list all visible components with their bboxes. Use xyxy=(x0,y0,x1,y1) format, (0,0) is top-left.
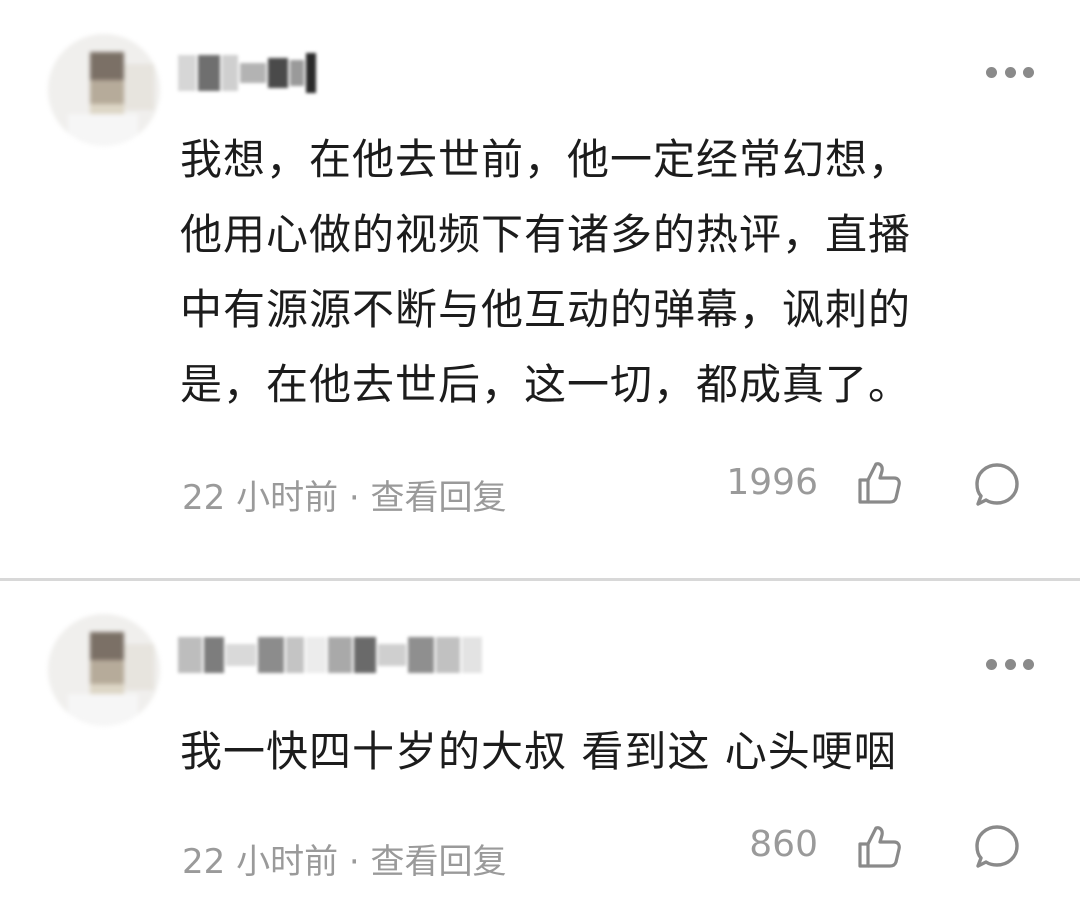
more-dots-icon[interactable] xyxy=(986,658,1034,670)
username-redacted[interactable] xyxy=(178,630,484,680)
divider xyxy=(0,578,1080,581)
meta-separator: · xyxy=(338,842,371,882)
view-replies-link[interactable]: 查看回复 xyxy=(371,478,507,518)
comment-meta: 22 小时前 · 查看回复 xyxy=(182,470,507,519)
comment-text: 我想，在他去世前，他一定经常幻想， 他用心做的视频下有诸多的热评，直播 中有源源… xyxy=(180,135,912,409)
more-dots-icon[interactable] xyxy=(986,66,1034,78)
thumbs-up-icon[interactable] xyxy=(854,458,904,508)
view-replies-link[interactable]: 查看回复 xyxy=(371,842,507,882)
comment-meta: 22 小时前 · 查看回复 xyxy=(182,834,507,883)
username-redacted[interactable] xyxy=(178,48,318,98)
like-count: 860 xyxy=(749,824,818,865)
meta-separator: · xyxy=(338,478,371,518)
comment-item: 我想，在他去世前，他一定经常幻想， 他用心做的视频下有诸多的热评，直播 中有源源… xyxy=(0,0,1080,580)
like-count: 1996 xyxy=(726,462,818,503)
avatar[interactable] xyxy=(48,34,160,146)
comment-text: 我一快四十岁的大叔 看到这 心头哽咽 xyxy=(180,727,897,776)
comment-item: 我一快四十岁的大叔 看到这 心头哽咽 22 小时前 · 查看回复 860 xyxy=(0,582,1080,906)
comment-list: 我想，在他去世前，他一定经常幻想， 他用心做的视频下有诸多的热评，直播 中有源源… xyxy=(0,0,1080,906)
comment-bubble-icon[interactable] xyxy=(972,460,1022,510)
comment-bubble-icon[interactable] xyxy=(972,822,1022,872)
comment-time: 22 小时前 xyxy=(182,842,339,882)
thumbs-up-icon[interactable] xyxy=(854,822,904,872)
avatar[interactable] xyxy=(48,614,160,726)
comment-time: 22 小时前 xyxy=(182,478,339,518)
